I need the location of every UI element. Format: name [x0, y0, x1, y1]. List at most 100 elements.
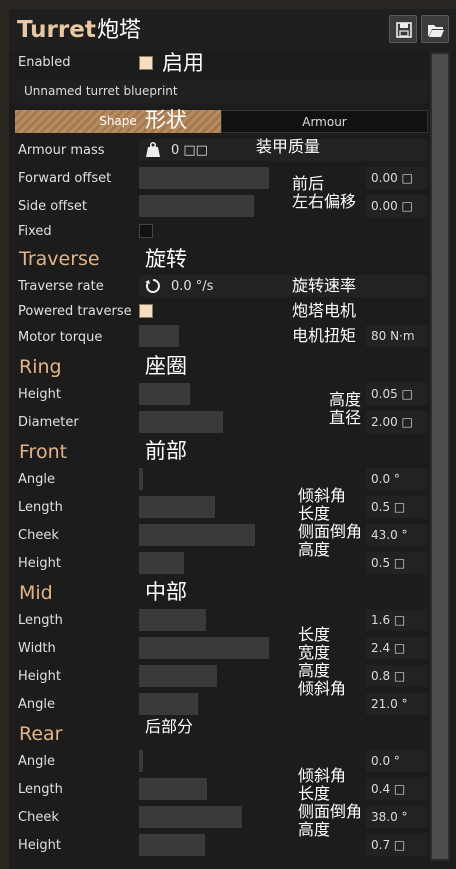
enabled-checkbox[interactable]: [139, 56, 153, 70]
mid-length-label: Length: [18, 613, 63, 628]
front-angle-slider[interactable]: [139, 468, 143, 490]
powered-traverse-label: Powered traverse: [18, 304, 132, 319]
motor-torque-zh-label: 电机扭矩: [292, 326, 357, 345]
side-offset-zh-label: 左右偏移: [292, 192, 357, 211]
rear-cheek-value[interactable]: 38.0 °: [366, 806, 427, 828]
turret-panel: [9, 9, 456, 869]
front-cheek-value[interactable]: 43.0 °: [366, 524, 427, 546]
section-front-zh: 前部: [145, 439, 187, 463]
mid-height-label: Height: [18, 669, 61, 684]
powered-traverse-zh-label: 炮塔电机: [292, 301, 357, 320]
front-angle-value[interactable]: 0.0 °: [366, 468, 427, 490]
rear-length-zh-label: 长度: [298, 784, 331, 803]
ring-height-value[interactable]: 0.05 □: [366, 383, 427, 405]
armour-mass-label: Armour mass: [18, 143, 105, 158]
front-cheek-zh-label: 侧面倒角: [298, 522, 363, 541]
tab-shape-zh-label: 形状: [145, 108, 187, 132]
forward-offset-label: Forward offset: [18, 171, 112, 186]
forward-offset-value[interactable]: 0.00 □: [366, 167, 427, 189]
side-offset-value[interactable]: 0.00 □: [366, 195, 427, 217]
powered-traverse-checkbox[interactable]: [139, 304, 153, 318]
front-length-slider[interactable]: [139, 496, 215, 518]
motor-torque-value[interactable]: 80 N·m: [366, 325, 427, 347]
front-height-slider[interactable]: [139, 552, 184, 574]
rear-length-label: Length: [18, 782, 63, 797]
enabled-label: Enabled: [18, 55, 71, 70]
front-height-zh-label: 高度: [298, 540, 331, 559]
section-mid-title: Mid: [19, 582, 53, 604]
side-offset-label: Side offset: [18, 199, 88, 214]
rear-height-label: Height: [18, 838, 61, 853]
section-rear-title: Rear: [19, 723, 63, 745]
front-length-label: Length: [18, 500, 63, 515]
tab-shape[interactable]: Shape: [15, 110, 221, 133]
ring-height-label: Height: [18, 387, 61, 402]
mid-angle-value[interactable]: 21.0 °: [366, 693, 427, 715]
forward-offset-zh-label: 前后: [292, 174, 325, 193]
rear-cheek-slider[interactable]: [139, 806, 242, 828]
mid-length-value[interactable]: 1.6 □: [366, 609, 427, 631]
tab-armour[interactable]: Armour: [221, 110, 428, 133]
rear-angle-slider[interactable]: [139, 750, 143, 772]
side-offset-slider[interactable]: [139, 195, 254, 217]
enabled-zh-label: 启用: [162, 51, 204, 75]
save-button[interactable]: [389, 15, 417, 43]
front-cheek-slider[interactable]: [139, 524, 255, 546]
section-mid-zh: 中部: [145, 580, 187, 604]
mid-width-slider[interactable]: [139, 637, 269, 659]
mid-angle-slider[interactable]: [139, 693, 198, 715]
ring-diameter-slider[interactable]: [139, 411, 223, 433]
mid-width-value[interactable]: 2.4 □: [366, 637, 427, 659]
ring-diameter-zh-label: 直径: [329, 408, 362, 427]
mid-length-slider[interactable]: [139, 609, 206, 631]
rear-cheek-label: Cheek: [18, 810, 59, 825]
front-length-zh-label: 长度: [298, 504, 331, 523]
mid-height-zh-label: 高度: [298, 661, 331, 680]
mid-angle-label: Angle: [18, 697, 55, 712]
armour-mass-zh-label: 装甲质量: [256, 137, 321, 156]
rear-height-zh-label: 高度: [298, 820, 331, 839]
front-length-value[interactable]: 0.5 □: [366, 496, 427, 518]
front-angle-label: Angle: [18, 472, 55, 487]
ring-height-zh-label: 高度: [329, 390, 362, 409]
traverse-rate-label: Traverse rate: [18, 279, 104, 294]
front-angle-zh-label: 倾斜角: [298, 486, 347, 505]
rear-length-slider[interactable]: [139, 778, 207, 800]
section-rear-zh: 后部分: [145, 717, 194, 736]
ring-diameter-label: Diameter: [18, 415, 79, 430]
open-button[interactable]: [421, 15, 449, 43]
motor-torque-label: Motor torque: [18, 330, 103, 345]
forward-offset-slider[interactable]: [139, 167, 269, 189]
fixed-label: Fixed: [18, 224, 52, 239]
motor-torque-slider[interactable]: [139, 325, 179, 347]
rear-angle-value[interactable]: 0.0 °: [366, 750, 427, 772]
rear-length-value[interactable]: 0.4 □: [366, 778, 427, 800]
blueprint-name-input[interactable]: Unnamed turret blueprint: [17, 79, 427, 103]
scrollbar-thumb[interactable]: [432, 54, 448, 859]
mid-height-slider[interactable]: [139, 665, 217, 687]
mid-width-label: Width: [18, 641, 56, 656]
ring-diameter-value[interactable]: 2.00 □: [366, 411, 427, 433]
front-cheek-label: Cheek: [18, 528, 59, 543]
weight-icon: [146, 142, 160, 157]
rotation-icon: [145, 279, 160, 293]
window-title: Turret: [17, 17, 96, 43]
front-height-value[interactable]: 0.5 □: [366, 552, 427, 574]
front-height-label: Height: [18, 556, 61, 571]
mid-height-value[interactable]: 0.8 □: [366, 665, 427, 687]
traverse-rate-value: 0.0 °/s: [171, 279, 214, 294]
mid-angle-zh-label: 倾斜角: [298, 679, 347, 698]
ring-height-slider[interactable]: [139, 383, 190, 405]
fixed-checkbox[interactable]: [139, 224, 153, 238]
save-icon: [396, 22, 412, 38]
rear-angle-zh-label: 倾斜角: [298, 766, 347, 785]
traverse-rate-zh-label: 旋转速率: [292, 276, 357, 295]
section-front-title: Front: [19, 441, 68, 463]
rear-height-value[interactable]: 0.7 □: [366, 834, 427, 856]
section-traverse-zh: 旋转: [145, 247, 187, 271]
rear-height-slider[interactable]: [139, 834, 205, 856]
mid-width-zh-label: 宽度: [298, 643, 331, 662]
rear-angle-label: Angle: [18, 754, 55, 769]
section-ring-title: Ring: [19, 356, 62, 378]
section-traverse-title: Traverse: [19, 248, 100, 270]
